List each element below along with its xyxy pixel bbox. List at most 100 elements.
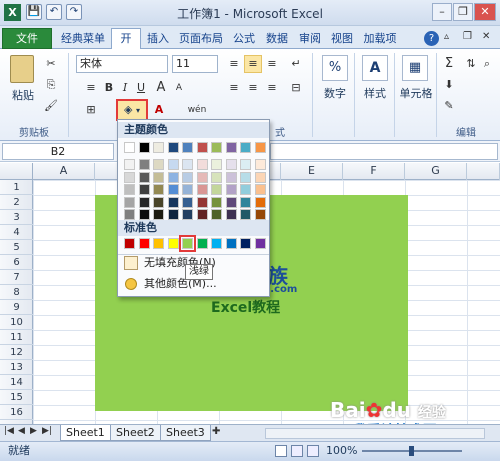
underline-button[interactable]: U bbox=[132, 79, 150, 97]
theme-shade-swatch[interactable] bbox=[138, 171, 150, 183]
row-header[interactable]: 10 bbox=[0, 315, 33, 330]
number-button-label[interactable]: 数字 bbox=[320, 85, 350, 101]
theme-shade-swatch[interactable] bbox=[240, 171, 251, 183]
theme-shade-swatch[interactable] bbox=[196, 171, 208, 183]
cells-button[interactable]: 单元格 bbox=[397, 85, 435, 101]
theme-shade-swatch[interactable] bbox=[240, 159, 251, 170]
theme-shade-swatch[interactable] bbox=[167, 196, 179, 208]
theme-shade-swatch[interactable] bbox=[196, 184, 208, 195]
theme-shade-swatch[interactable] bbox=[182, 196, 193, 208]
theme-shade-swatch[interactable] bbox=[182, 159, 193, 170]
shrink-font-button[interactable]: A bbox=[170, 79, 188, 97]
tab-classic-menu[interactable]: 经典菜单 bbox=[56, 29, 110, 49]
align-left-icon[interactable]: ≡ bbox=[225, 79, 243, 97]
row-header[interactable]: 13 bbox=[0, 360, 33, 375]
tab-addins[interactable]: 加载项 bbox=[359, 29, 401, 49]
row-header[interactable]: 16 bbox=[0, 405, 33, 420]
theme-color-swatch[interactable] bbox=[254, 142, 266, 153]
doc-restore-icon[interactable]: ❐ bbox=[463, 31, 477, 45]
theme-shade-swatch[interactable] bbox=[225, 171, 237, 183]
standard-color-swatch[interactable] bbox=[240, 238, 251, 249]
theme-shade-swatch[interactable] bbox=[167, 209, 179, 220]
find-select-icon[interactable]: ⌕ bbox=[478, 55, 496, 73]
row-header[interactable]: 1 bbox=[0, 180, 33, 195]
theme-shade-swatch[interactable] bbox=[124, 159, 135, 170]
zoom-level[interactable]: 100% bbox=[326, 442, 357, 460]
theme-shade-swatch[interactable] bbox=[153, 196, 164, 208]
standard-color-swatch[interactable] bbox=[138, 238, 150, 249]
styles-button[interactable]: 样式 bbox=[360, 85, 390, 101]
name-box[interactable]: B2 bbox=[2, 143, 114, 160]
tab-formulas[interactable]: 公式 bbox=[229, 29, 259, 49]
row-header[interactable]: 7 bbox=[0, 270, 33, 285]
first-sheet-icon[interactable]: |◀ bbox=[4, 426, 14, 436]
align-center-icon[interactable]: ≡ bbox=[244, 79, 262, 97]
theme-color-swatch[interactable] bbox=[196, 142, 208, 153]
standard-color-swatch[interactable] bbox=[196, 238, 208, 249]
sheet-tab[interactable]: Sheet2 bbox=[110, 425, 161, 441]
next-sheet-icon[interactable]: ▶ bbox=[30, 426, 37, 436]
row-header[interactable]: 8 bbox=[0, 285, 33, 300]
theme-shade-swatch[interactable] bbox=[138, 184, 150, 195]
sheet-tab[interactable]: Sheet3 bbox=[160, 425, 211, 441]
theme-shade-swatch[interactable] bbox=[196, 209, 208, 220]
font-name-select[interactable]: 宋体 bbox=[76, 55, 168, 73]
align-top-icon[interactable]: ≡ bbox=[225, 55, 243, 73]
theme-shade-swatch[interactable] bbox=[225, 196, 237, 208]
fill-color-button[interactable]: ◈ ▾ bbox=[116, 99, 148, 121]
theme-shade-swatch[interactable] bbox=[153, 184, 164, 195]
theme-shade-swatch[interactable] bbox=[240, 184, 251, 195]
close-button[interactable]: ✕ bbox=[474, 3, 496, 21]
font-size-select[interactable]: 11 bbox=[172, 55, 218, 73]
cells-icon[interactable]: ▦ bbox=[402, 55, 428, 81]
theme-shade-swatch[interactable] bbox=[211, 196, 222, 208]
theme-shade-swatch[interactable] bbox=[124, 184, 135, 195]
tab-page-layout[interactable]: 页面布局 bbox=[174, 29, 228, 49]
horizontal-scrollbar[interactable] bbox=[265, 428, 485, 439]
row-header[interactable]: 9 bbox=[0, 300, 33, 315]
theme-color-swatch[interactable] bbox=[182, 142, 193, 153]
help-icon[interactable]: ? bbox=[424, 31, 439, 46]
theme-shade-swatch[interactable] bbox=[254, 159, 266, 170]
align-distributed-icon[interactable]: ≡ bbox=[82, 79, 100, 97]
theme-shade-swatch[interactable] bbox=[167, 171, 179, 183]
column-header[interactable]: A bbox=[33, 163, 95, 180]
theme-shade-swatch[interactable] bbox=[211, 209, 222, 220]
theme-shade-swatch[interactable] bbox=[240, 209, 251, 220]
standard-color-swatch[interactable] bbox=[153, 238, 164, 249]
theme-shade-swatch[interactable] bbox=[138, 159, 150, 170]
number-format-button[interactable]: % bbox=[322, 55, 348, 81]
zoom-slider-thumb[interactable] bbox=[409, 446, 414, 456]
tab-home[interactable]: 开始 bbox=[111, 28, 141, 64]
select-all-corner[interactable] bbox=[0, 163, 33, 180]
row-header[interactable]: 4 bbox=[0, 225, 33, 240]
row-header[interactable]: 15 bbox=[0, 390, 33, 405]
theme-shade-swatch[interactable] bbox=[138, 196, 150, 208]
cut-icon[interactable]: ✂ bbox=[42, 55, 60, 73]
theme-shade-swatch[interactable] bbox=[254, 209, 266, 220]
insert-sheet-icon[interactable]: ✚ bbox=[212, 426, 220, 437]
column-header[interactable]: G bbox=[405, 163, 467, 180]
row-header[interactable]: 11 bbox=[0, 330, 33, 345]
theme-shade-swatch[interactable] bbox=[225, 159, 237, 170]
border-icon[interactable]: ⊞ bbox=[82, 101, 100, 119]
theme-color-swatch[interactable] bbox=[124, 142, 135, 153]
theme-shade-swatch[interactable] bbox=[211, 184, 222, 195]
theme-shade-swatch[interactable] bbox=[124, 209, 135, 220]
theme-shade-swatch[interactable] bbox=[124, 196, 135, 208]
phonetic-button[interactable]: wén bbox=[185, 101, 209, 119]
theme-shade-swatch[interactable] bbox=[254, 184, 266, 195]
align-middle-icon[interactable]: ≡ bbox=[244, 55, 262, 73]
row-header[interactable]: 3 bbox=[0, 210, 33, 225]
page-layout-view-icon[interactable] bbox=[291, 445, 303, 457]
paste-icon[interactable] bbox=[10, 55, 34, 83]
theme-shade-swatch[interactable] bbox=[153, 209, 164, 220]
prev-sheet-icon[interactable]: ◀ bbox=[18, 426, 25, 436]
last-sheet-icon[interactable]: ▶| bbox=[42, 426, 52, 436]
theme-color-swatch[interactable] bbox=[225, 142, 237, 153]
page-break-view-icon[interactable] bbox=[307, 445, 319, 457]
tab-insert[interactable]: 插入 bbox=[143, 29, 173, 49]
theme-shade-swatch[interactable] bbox=[211, 171, 222, 183]
theme-shade-swatch[interactable] bbox=[225, 209, 237, 220]
restore-button[interactable]: ❐ bbox=[453, 3, 473, 21]
